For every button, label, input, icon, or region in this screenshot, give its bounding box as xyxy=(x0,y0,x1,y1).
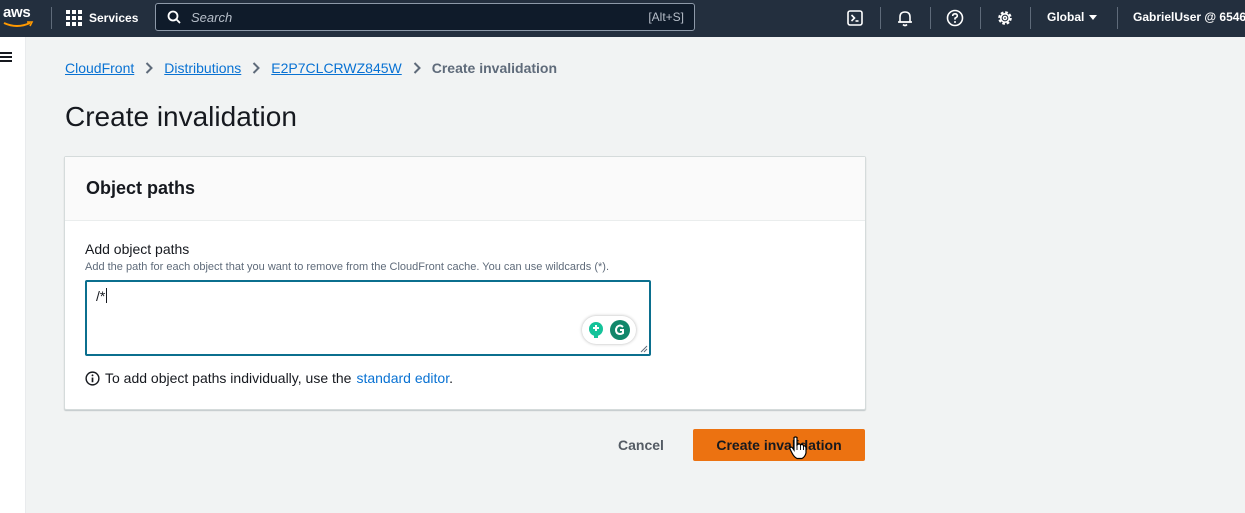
chevron-right-icon xyxy=(252,62,261,74)
nav-divider xyxy=(1030,7,1031,29)
chevron-right-icon xyxy=(413,62,421,74)
notifications-button[interactable] xyxy=(895,8,915,28)
resize-handle-icon[interactable] xyxy=(640,345,648,353)
grammarly-widget[interactable] xyxy=(582,316,636,344)
nav-divider xyxy=(51,7,52,29)
cloudshell-icon xyxy=(847,10,863,26)
grammarly-icon xyxy=(610,320,630,340)
aws-smile-icon xyxy=(3,21,34,27)
top-navigation: aws Services Search [Alt+S] Global Gabri… xyxy=(0,0,1245,37)
create-invalidation-button[interactable]: Create invalidation xyxy=(693,429,865,461)
lightbulb-icon xyxy=(589,322,603,338)
region-selector[interactable]: Global xyxy=(1047,10,1098,24)
search-shortcut-hint: [Alt+S] xyxy=(648,10,684,24)
breadcrumb-link-distribution-id[interactable]: E2P7CLCRWZ845W xyxy=(271,60,401,76)
settings-button[interactable] xyxy=(995,8,1015,28)
help-icon xyxy=(946,9,964,27)
info-icon xyxy=(85,370,100,386)
help-button[interactable] xyxy=(945,8,965,28)
menu-icon[interactable] xyxy=(0,52,12,62)
object-paths-textarea[interactable]: /* xyxy=(85,280,651,356)
settings-icon xyxy=(998,11,1012,25)
notifications-icon xyxy=(898,11,912,27)
cancel-button[interactable]: Cancel xyxy=(605,429,677,461)
breadcrumb-link-distributions[interactable]: Distributions xyxy=(164,60,241,76)
search-input[interactable]: Search [Alt+S] xyxy=(155,3,695,31)
textarea-value: /* xyxy=(96,288,108,304)
field-label: Add object paths xyxy=(85,241,190,257)
breadcrumb-link-cloudfront[interactable]: CloudFront xyxy=(65,60,134,76)
panel-header: Object paths xyxy=(65,157,865,221)
side-navigation-rail xyxy=(0,37,26,513)
hand-pointer-icon xyxy=(789,436,807,460)
aws-logo-text: aws xyxy=(3,4,31,21)
cloudshell-button[interactable] xyxy=(845,8,865,28)
standard-editor-link[interactable]: standard editor xyxy=(356,370,449,386)
help-text-suffix: . xyxy=(449,370,453,386)
nav-divider xyxy=(980,7,981,29)
aws-logo[interactable]: aws xyxy=(3,3,37,33)
chevron-right-icon xyxy=(145,62,154,74)
nav-divider xyxy=(930,7,931,29)
grid-icon xyxy=(66,10,82,26)
help-text: To add object paths individually, use th… xyxy=(85,370,453,386)
nav-divider xyxy=(1117,7,1118,29)
page-title: Create invalidation xyxy=(65,101,297,132)
nav-divider xyxy=(880,7,881,29)
region-label: Global xyxy=(1047,10,1085,24)
services-label: Services xyxy=(89,11,139,25)
breadcrumb: CloudFront Distributions E2P7CLCRWZ845W … xyxy=(65,60,557,76)
caret-down-icon xyxy=(1089,14,1098,20)
breadcrumb-current: Create invalidation xyxy=(431,60,558,76)
search-placeholder: Search xyxy=(191,10,233,25)
services-menu-button[interactable]: Services xyxy=(66,8,138,28)
field-description: Add the path for each object that you wa… xyxy=(85,261,610,273)
account-menu[interactable]: GabrielUser @ 6546 xyxy=(1133,10,1245,24)
object-paths-container: Object paths Add object paths Add the pa… xyxy=(64,156,866,410)
search-icon xyxy=(167,10,181,24)
help-text-prefix: To add object paths individually, use th… xyxy=(105,370,352,386)
